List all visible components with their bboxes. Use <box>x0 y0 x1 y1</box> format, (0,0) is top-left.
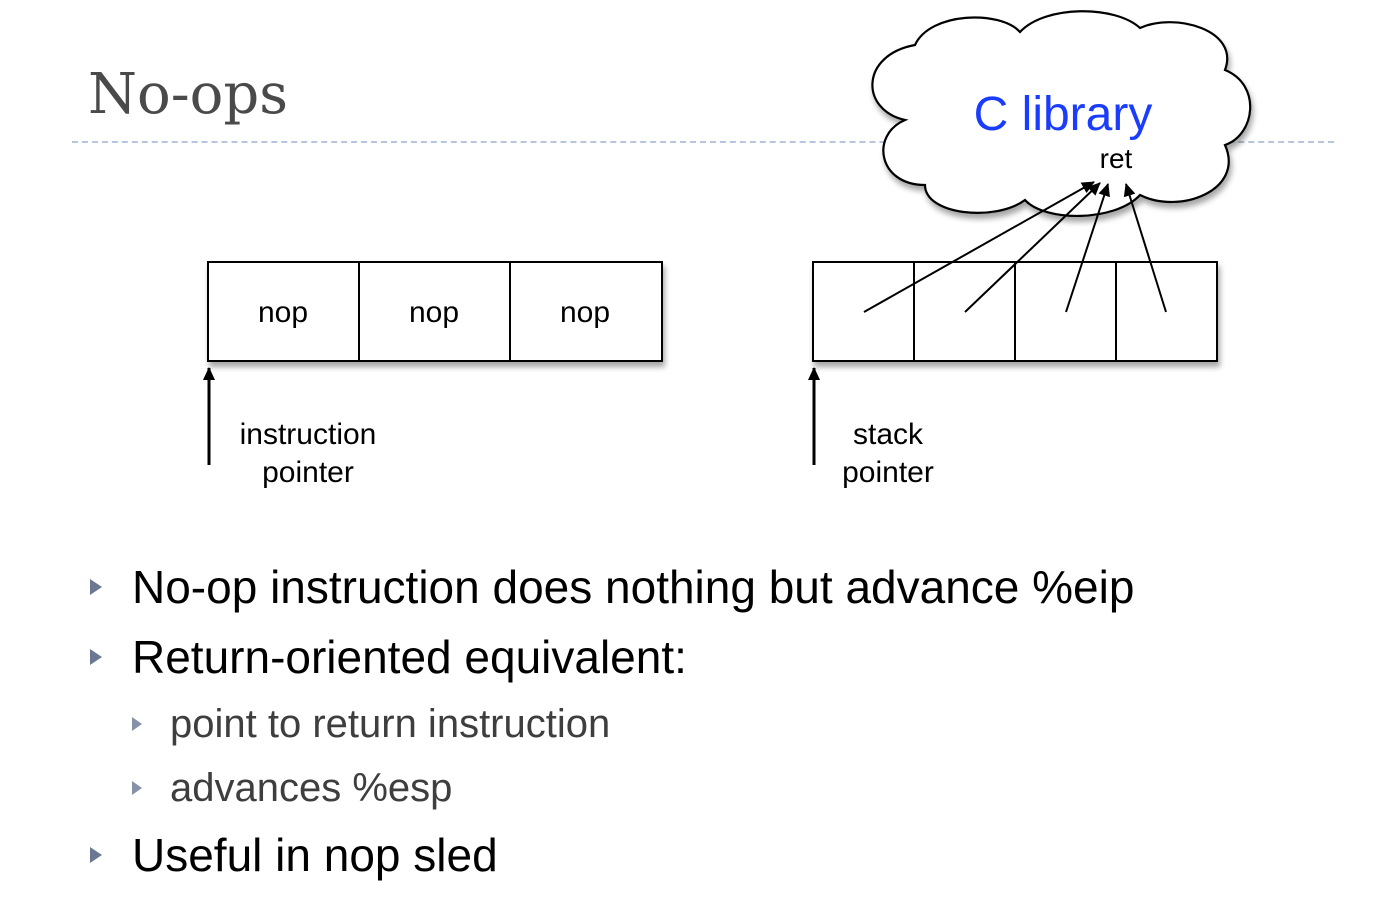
nop-diagram: C library ret nop nop nop instruction po… <box>203 10 1252 489</box>
bullet-item: Return-oriented equivalent: <box>88 622 1348 692</box>
instruction-pointer-label-line1: instruction <box>240 418 377 451</box>
instruction-stream: nop nop nop <box>207 261 663 362</box>
triangle-bullet-icon <box>132 781 142 795</box>
nop-cell-2: nop <box>409 296 459 329</box>
triangle-bullet-icon <box>90 579 102 595</box>
stack <box>812 261 1218 362</box>
sub-bullet-item: point to return instruction <box>88 692 1348 756</box>
bullet-list: No-op instruction does nothing but advan… <box>88 552 1348 890</box>
stack-pointer: stack pointer <box>808 367 934 489</box>
sub-bullet-text: point to return instruction <box>170 701 611 746</box>
triangle-bullet-icon <box>132 717 142 731</box>
cloud-label: C library <box>974 88 1153 141</box>
triangle-bullet-icon <box>90 847 102 863</box>
bullet-text: Return-oriented equivalent: <box>132 631 687 683</box>
ret-label: ret <box>1100 143 1133 174</box>
sub-bullet-text: advances %esp <box>170 765 453 810</box>
bullet-item: Useful in nop sled <box>88 820 1348 890</box>
stack-pointer-label-line2: pointer <box>842 456 934 489</box>
nop-cell-1: nop <box>258 296 308 329</box>
bullet-text: Useful in nop sled <box>132 829 498 881</box>
instruction-pointer: instruction pointer <box>203 367 377 489</box>
bullet-item: No-op instruction does nothing but advan… <box>88 552 1348 622</box>
instruction-pointer-label-line2: pointer <box>262 456 354 489</box>
nop-cell-3: nop <box>560 296 610 329</box>
triangle-bullet-icon <box>90 649 102 665</box>
c-library-cloud: C library ret <box>871 10 1252 217</box>
bullet-text: No-op instruction does nothing but advan… <box>132 561 1135 613</box>
sub-bullet-item: advances %esp <box>88 756 1348 820</box>
stack-pointer-label-line1: stack <box>853 418 924 451</box>
